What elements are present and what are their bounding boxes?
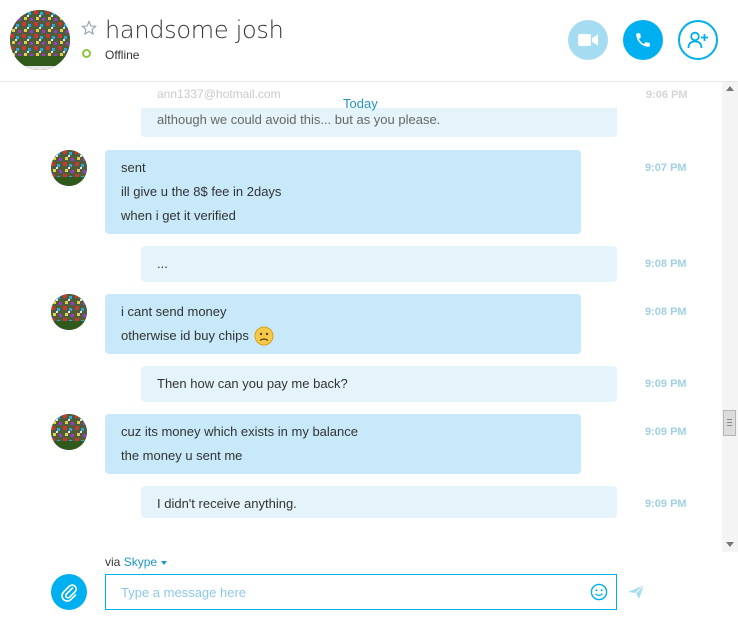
phone-icon [636,33,650,47]
message-bubble-outgoing: although we could avoid this... but as y… [141,108,617,137]
contact-name: handsome josh [105,16,284,44]
message-text: I didn't receive anything. [157,496,297,511]
video-camera-icon [578,34,598,46]
message-input-box [105,574,617,610]
message-text: when i get it verified [121,208,236,223]
star-icon[interactable] [81,20,97,36]
message-text: cuz its money which exists in my balance [121,424,358,439]
faded-previous-time: 9:06 PM [646,89,688,101]
message-bubble-incoming: sent ill give u the 8$ fee in 2days when… [105,150,581,234]
sender-avatar[interactable] [51,414,87,450]
message-text: ill give u the 8$ fee in 2days [121,184,282,199]
message-bubble-incoming: cuz its money which exists in my balance… [105,414,581,474]
paperclip-icon [61,584,77,602]
service-dropdown[interactable]: Skype [123,555,168,569]
attach-button[interactable] [51,574,87,610]
message-timestamp: 9:07 PM [645,162,687,174]
via-service-selector: via Skype [105,555,168,569]
message-input[interactable] [106,575,606,609]
add-person-icon [687,31,708,49]
sender-avatar[interactable] [51,294,87,330]
vertical-scrollbar[interactable] [722,82,738,552]
message-text: sent [121,160,146,175]
message-timestamp: 9:09 PM [645,498,687,510]
message-line: otherwise id buy chips [121,324,565,348]
audio-call-button[interactable] [623,20,663,60]
add-people-button[interactable] [678,20,718,60]
service-name: Skype [123,555,158,569]
message-bubble-incoming: i cant send money otherwise id buy chips [105,294,581,354]
date-divider: Today [343,96,378,111]
worried-smiley-icon [254,326,274,346]
chevron-down-icon [161,560,168,565]
presence-offline-icon [82,49,91,58]
send-arrow-icon[interactable] [627,584,645,600]
faded-previous-text: ann1337@hotmail.com [157,87,281,101]
message-text: ... [157,256,168,271]
message-timestamp: 9:08 PM [645,258,687,270]
smiley-icon[interactable] [590,583,608,601]
message-text: the money u sent me [121,448,243,463]
message-bubble-outgoing: I didn't receive anything. [141,486,617,518]
message-bubble-outgoing: ... [141,246,617,282]
message-text: i cant send money [121,304,227,319]
message-history[interactable]: ann1337@hotmail.com 9:06 PM although we … [0,82,722,552]
contact-avatar[interactable] [10,10,70,70]
conversation-header: handsome josh Offline [0,0,738,82]
scroll-down-arrow-icon[interactable] [726,542,734,547]
message-text: although we could avoid this... but as y… [157,112,441,127]
presence-status: Offline [105,48,140,62]
message-bubble-outgoing: Then how can you pay me back? [141,366,617,402]
video-call-button[interactable] [568,20,608,60]
message-text: otherwise id buy chips [121,328,249,343]
via-label: via [105,555,121,569]
message-timestamp: 9:09 PM [645,426,687,438]
sender-avatar[interactable] [51,150,87,186]
message-timestamp: 9:08 PM [645,306,687,318]
scroll-up-arrow-icon[interactable] [726,86,734,91]
scrollbar-thumb[interactable] [723,410,736,436]
message-text: Then how can you pay me back? [157,376,348,391]
message-timestamp: 9:09 PM [645,378,687,390]
